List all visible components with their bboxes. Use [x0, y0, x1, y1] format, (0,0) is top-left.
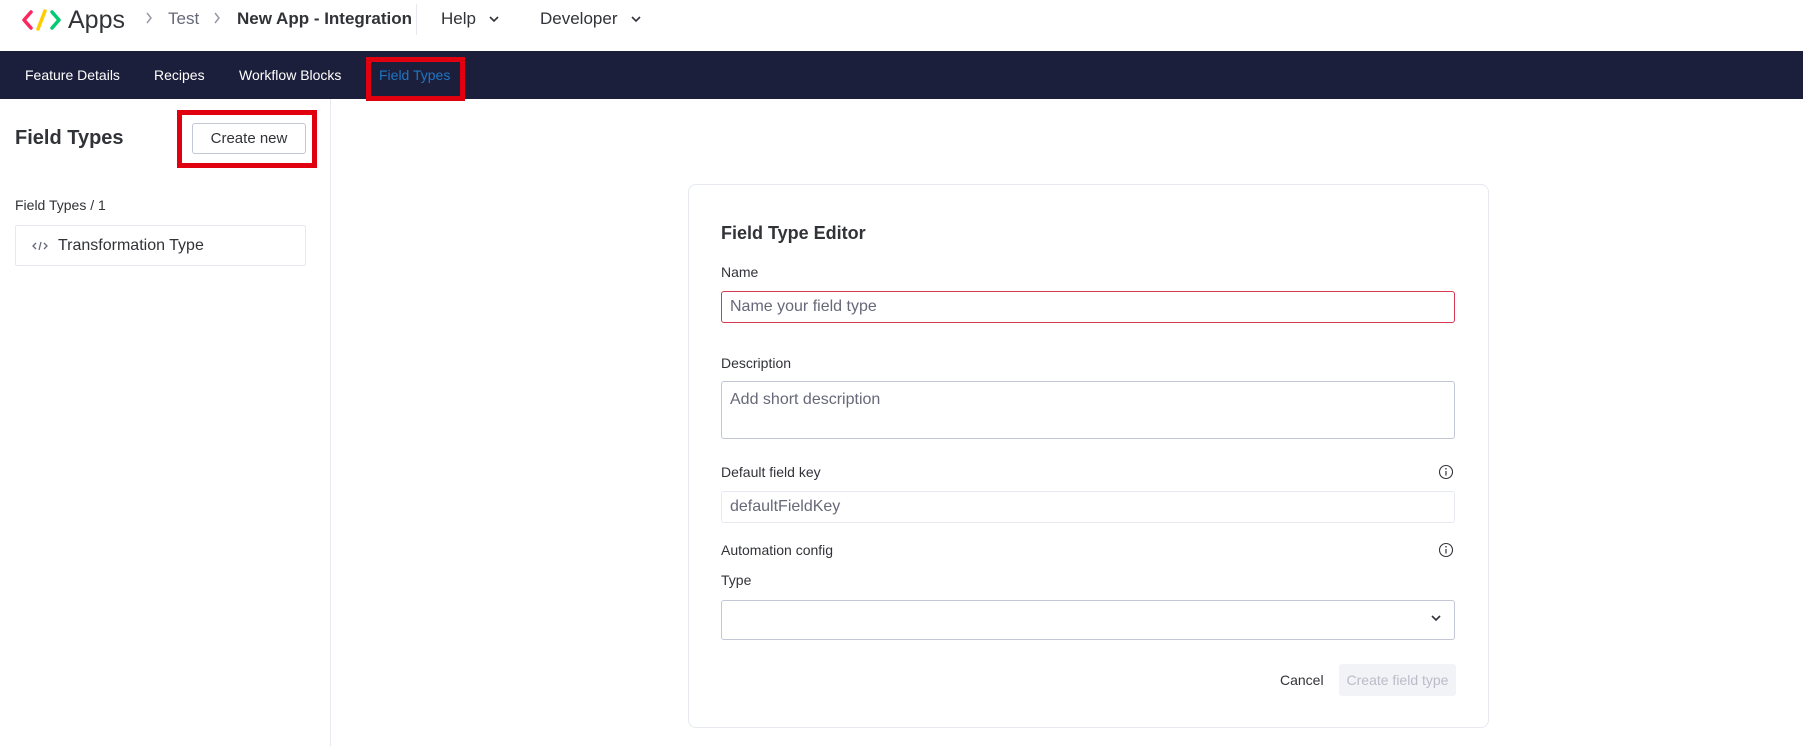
- list-item-label: Transformation Type: [58, 236, 204, 254]
- sidebar-breadcrumb: Field Types / 1: [15, 197, 106, 213]
- cancel-button[interactable]: Cancel: [1274, 664, 1330, 696]
- type-select[interactable]: [721, 600, 1455, 640]
- create-new-button[interactable]: Create new: [192, 123, 306, 154]
- automation-config-label: Automation config: [721, 542, 834, 558]
- description-input[interactable]: [721, 381, 1455, 439]
- tab-recipes[interactable]: Recipes: [154, 51, 205, 99]
- chevron-down-icon: [630, 16, 641, 23]
- app-logo-icon[interactable]: [22, 6, 62, 34]
- info-icon[interactable]: [1438, 464, 1454, 480]
- header-divider: [416, 4, 417, 35]
- list-item-transformation-type[interactable]: Transformation Type: [15, 225, 306, 266]
- app-name[interactable]: Apps: [68, 4, 125, 36]
- type-label: Type: [721, 572, 752, 588]
- chevron-down-icon: [1431, 615, 1441, 622]
- developer-menu-label: Developer: [540, 9, 618, 28]
- info-icon[interactable]: [1438, 542, 1454, 558]
- field-types-sidebar: Field Types Create new Field Types / 1 T…: [0, 99, 331, 746]
- code-icon: [32, 241, 50, 251]
- tab-field-types[interactable]: Field Types: [379, 51, 450, 99]
- chevron-right-icon: [146, 12, 152, 24]
- name-input[interactable]: [721, 291, 1455, 323]
- breadcrumb-current-app: New App - Integration: [237, 9, 413, 28]
- help-menu[interactable]: Help: [441, 8, 500, 30]
- sidebar-title: Field Types: [15, 127, 124, 149]
- chevron-right-icon: [214, 12, 220, 24]
- default-field-key-input[interactable]: [721, 491, 1455, 523]
- breadcrumb-test[interactable]: Test: [168, 8, 199, 30]
- top-header: Apps Test New App - Integration Help Dev…: [0, 0, 1803, 51]
- create-field-type-button[interactable]: Create field type: [1339, 664, 1456, 696]
- name-label: Name: [721, 264, 759, 280]
- feature-nav-bar: Feature Details Recipes Workflow Blocks …: [0, 51, 1803, 99]
- field-type-editor-card: Field Type Editor Name Description Defau…: [688, 184, 1489, 728]
- editor-title: Field Type Editor: [721, 223, 866, 243]
- tab-workflow-blocks[interactable]: Workflow Blocks: [239, 51, 341, 99]
- tab-feature-details[interactable]: Feature Details: [25, 51, 120, 99]
- developer-menu[interactable]: Developer: [540, 8, 642, 30]
- help-menu-label: Help: [441, 9, 476, 28]
- chevron-down-icon: [489, 16, 499, 23]
- description-label: Description: [721, 355, 792, 371]
- default-field-key-label: Default field key: [721, 464, 821, 480]
